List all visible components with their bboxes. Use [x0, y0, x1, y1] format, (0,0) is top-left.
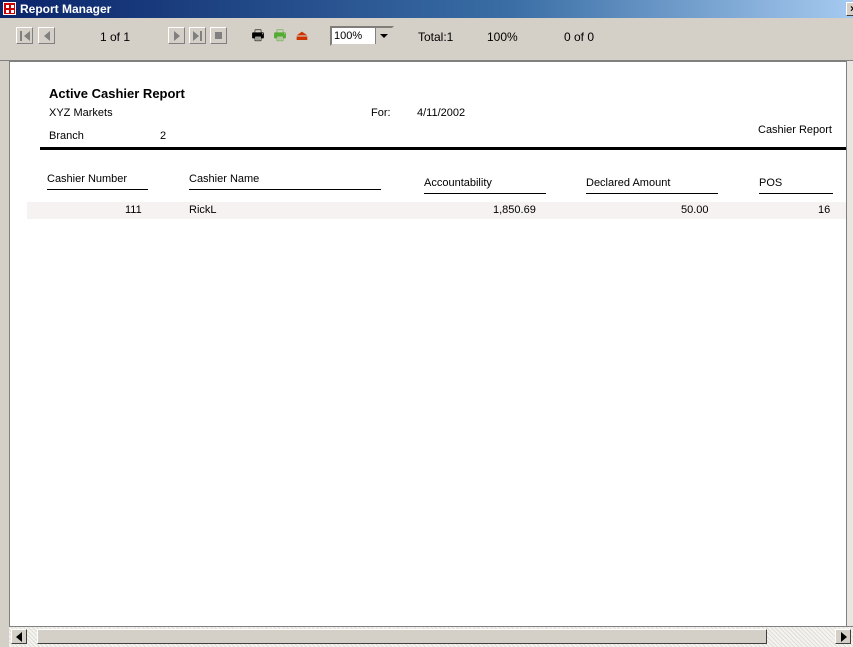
col-pos: POS	[759, 177, 783, 189]
scroll-left-button[interactable]	[11, 629, 27, 644]
toolbar: 1 of 1 🖶 🖶 ⏏ 100% Total:1 100% 0 of 0	[0, 18, 853, 61]
print-setup-icon[interactable]: 🖶	[270, 26, 290, 44]
horizontal-scrollbar[interactable]	[9, 626, 853, 647]
col-underline	[47, 189, 148, 190]
cell-cashier-name: RickL	[189, 204, 217, 216]
arrow-left-icon	[16, 632, 22, 642]
col-underline	[189, 189, 381, 190]
col-cashier-name: Cashier Name	[189, 173, 260, 185]
stop-icon	[215, 32, 222, 39]
prev-page-button[interactable]	[38, 27, 55, 44]
table-row[interactable]: 111 RickL 1,850.69 50.00 16	[27, 202, 847, 219]
scroll-right-button[interactable]	[835, 629, 851, 644]
vertical-scrollbar[interactable]	[846, 61, 853, 626]
col-underline	[586, 193, 718, 194]
next-page-button[interactable]	[168, 27, 185, 44]
left-gutter	[0, 61, 9, 646]
scroll-thumb[interactable]	[37, 629, 767, 644]
page-indicator: 1 of 1	[100, 30, 131, 44]
col-cashier-number: Cashier Number	[47, 173, 128, 185]
report-type: Cashier Report	[758, 124, 832, 136]
zoom-value: 100%	[334, 30, 363, 42]
prev-page-icon	[44, 31, 50, 41]
last-page-icon	[193, 31, 199, 41]
col-underline	[424, 193, 546, 194]
next-page-icon	[174, 31, 180, 41]
print-icon[interactable]: 🖶	[248, 26, 268, 44]
branch-value: 2	[160, 130, 167, 142]
title-bar[interactable]: Report Manager ×	[0, 0, 853, 18]
arrow-right-icon	[841, 632, 847, 642]
close-button[interactable]: ×	[846, 2, 853, 16]
export-icon[interactable]: ⏏	[292, 26, 312, 44]
window-title: Report Manager	[20, 2, 112, 16]
col-underline	[759, 193, 833, 194]
col-accountability: Accountability	[424, 177, 492, 189]
report-viewport[interactable]: Active Cashier Report XYZ Markets For: 4…	[9, 61, 848, 628]
cell-pos: 16	[818, 204, 831, 216]
report-title: Active Cashier Report	[49, 86, 185, 101]
search-match-count: 0 of 0	[564, 30, 595, 44]
for-label: For:	[371, 107, 391, 119]
progress-percent: 100%	[487, 30, 518, 44]
header-rule	[40, 147, 847, 150]
first-page-icon	[20, 31, 22, 41]
app-icon	[3, 2, 16, 15]
first-page-button[interactable]	[16, 27, 33, 44]
last-page-button[interactable]	[189, 27, 206, 44]
cell-accountability: 1,850.69	[493, 204, 536, 216]
chevron-down-icon[interactable]	[375, 28, 392, 44]
col-declared-amount: Declared Amount	[586, 177, 671, 189]
cell-declared-amount: 50.00	[681, 204, 709, 216]
zoom-select[interactable]: 100%	[330, 26, 394, 46]
company-name: XYZ Markets	[49, 107, 113, 119]
total-count: Total:1	[418, 30, 454, 44]
branch-label: Branch	[49, 130, 84, 142]
stop-button[interactable]	[210, 27, 227, 44]
report-date: 4/11/2002	[417, 107, 466, 119]
cell-cashier-number: 111	[125, 204, 142, 216]
